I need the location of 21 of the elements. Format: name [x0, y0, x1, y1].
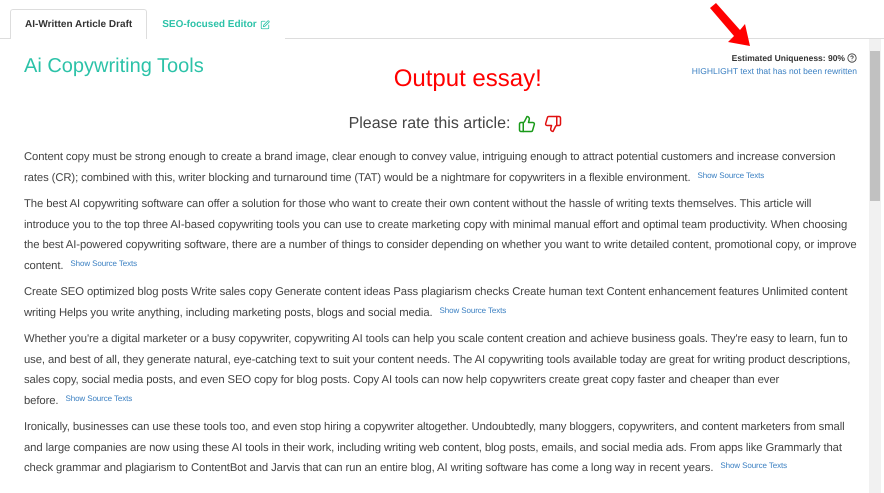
show-source-link[interactable]: Show Source Texts — [698, 170, 764, 180]
show-source-link[interactable]: Show Source Texts — [720, 461, 788, 470]
show-source-link[interactable]: Show Source Texts — [440, 306, 506, 314]
article-paragraph: Content copy must be strong enough to create a brand image, clear enough to convey value, intriguing enough to attract potential customers and increase conversion rates (CR); combined with this, writer blocking and turnaround time (TAT) would be a nightmare for copywriters in a flexible environment. Show Source Texts — [24, 150, 836, 186]
rating-prompt: Please rate this article: — [348, 115, 510, 133]
thumbs-down-icon[interactable] — [544, 115, 562, 133]
scrollbar[interactable] — [869, 39, 881, 493]
show-source-link[interactable]: Show Source Texts — [65, 394, 132, 402]
article-paragraph: Ironically, businesses can use these tools too, and even stop hiring a copywriter altogether. Undoubtedly, many bloggers, copywriters, and content marketers from small and large companies are now using these AI tools in their work, including writing web content, blog posts, emails, and social media ads. From apps like Grammarly that check grammar and plagiarism to ContentBot and Jarvis that can run an entire blog, AI writing software has come a long way in recent years. Show Source Texts — [24, 420, 846, 476]
edit-icon — [260, 20, 270, 30]
help-icon[interactable] — [847, 53, 857, 63]
article-title: Ai Copywriting Tools — [24, 55, 204, 78]
article-paragraph: Whether you're a digital marketer or a busy copywriter, copywriting AI tools can help you scale content creation and achieve business goals. They're easy to learn, fun to use, and best of all, they generate natural, eye-catching text to suit your content needs. The AI copywriting tools available today are great for writing product descriptions, sales copy, social media posts, and even SEO copy for blog posts. Copy AI tools can now help copywriters create great copy faster and cheaper than ever before. Show Source Texts — [24, 332, 852, 408]
tab[interactable]: AI-Written Article Draft — [10, 9, 148, 39]
article-paragraph: The best AI copywriting software can offer a solution for those who want to create their own content without the hassle of writing texts themselves. This article will introduce you to the top three AI-based copywriting tools you can use to create marketing copy with minimal manual effort and optimal team productivity. When choosing the best AI-powered copywriting software, there are a number of things to consider depending on whether you want to write detailed content, promotional copy, or improve content. Show Source Texts — [24, 197, 857, 274]
uniqueness-label: Estimated Uniqueness: 90% — [732, 53, 845, 63]
annotation-text: Output essay! — [394, 65, 542, 93]
article-paragraph: Create SEO optimized blog posts Write sales copy Generate content ideas Pass plagiarism checks Create human text Content enhancement features Unlimited content writing Helps you write anything, including marketing posts, blogs and social media. Show Source Texts — [24, 285, 848, 320]
thumbs-up-icon[interactable] — [518, 115, 536, 133]
highlight-link[interactable]: HIGHLIGHT text that has not been rewritten — [692, 66, 857, 76]
show-source-link[interactable]: Show Source Texts — [70, 258, 138, 268]
